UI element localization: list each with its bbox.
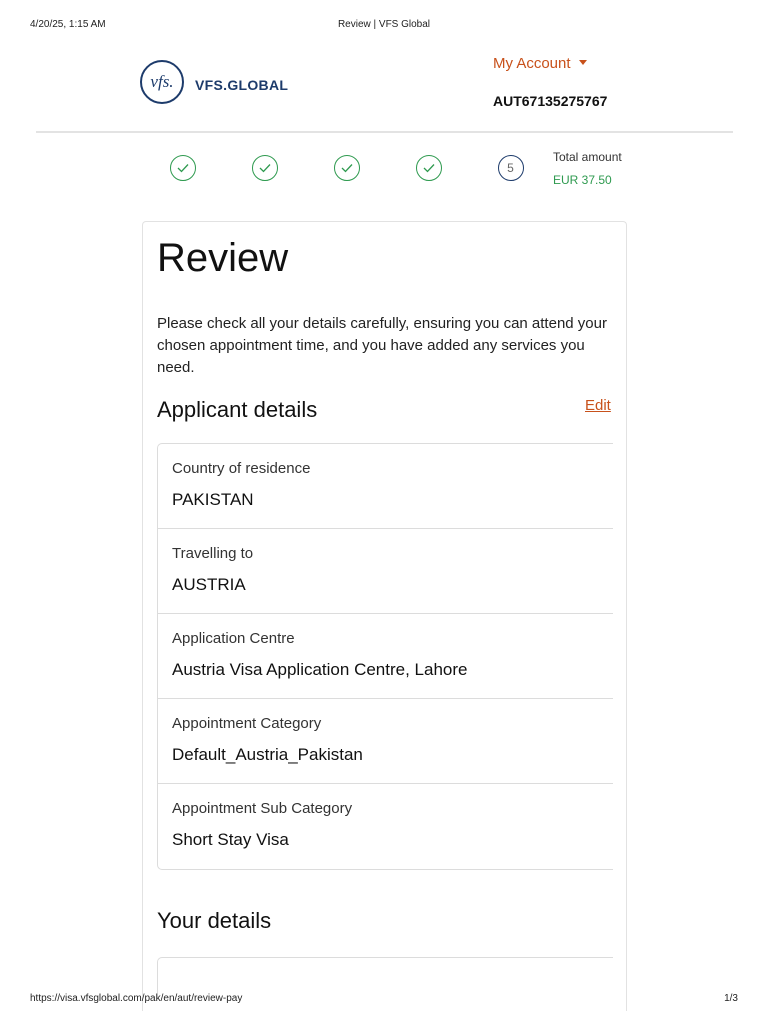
total-amount-value: EUR 37.50	[553, 173, 612, 187]
brand-name: VFS.GLOBAL	[195, 77, 289, 93]
detail-row-country-of-residence: Country of residence PAKISTAN	[158, 444, 613, 529]
detail-row-appointment-category: Appointment Category Default_Austria_Pak…	[158, 699, 613, 784]
step-3-completed	[334, 155, 360, 181]
detail-value: Austria Visa Application Centre, Lahore	[172, 660, 468, 679]
detail-label: Appointment Sub Category	[172, 800, 353, 817]
detail-label: Travelling to	[172, 545, 254, 562]
your-details-heading: Your details	[157, 908, 272, 933]
header-divider	[36, 131, 733, 133]
print-page-title: Review | VFS Global	[337, 19, 431, 30]
detail-label: Country of residence	[172, 460, 311, 477]
caret-down-icon	[578, 60, 587, 65]
detail-value: AUSTRIA	[172, 575, 246, 594]
your-details-list	[157, 957, 613, 997]
account-reference: AUT67135275767	[493, 93, 608, 109]
detail-row-application-centre: Application Centre Austria Visa Applicat…	[158, 614, 613, 699]
detail-value: Default_Austria_Pakistan	[172, 745, 363, 764]
check-icon	[341, 164, 353, 173]
step-1-completed	[170, 155, 196, 181]
detail-value: Short Stay Visa	[172, 830, 289, 849]
my-account-dropdown[interactable]: My Account	[493, 55, 587, 72]
review-intro: Please check all your details carefully,…	[157, 315, 607, 376]
edit-applicant-link[interactable]: Edit	[585, 397, 611, 414]
print-header: 4/20/25, 1:15 AM Review | VFS Global	[0, 19, 768, 33]
logo-mark: vfs.	[150, 72, 174, 91]
applicant-details-list: Country of residence PAKISTAN Travelling…	[157, 443, 613, 870]
step-2-completed	[252, 155, 278, 181]
detail-row-travelling-to: Travelling to AUSTRIA	[158, 529, 613, 614]
step-5-current: 5	[498, 155, 524, 181]
detail-label: Application Centre	[172, 630, 295, 647]
step-4-completed	[416, 155, 442, 181]
step-5-number: 5	[507, 161, 514, 175]
detail-value: PAKISTAN	[172, 490, 254, 509]
print-page-number: 1/3	[724, 993, 738, 1004]
applicant-details-heading: Applicant details	[157, 397, 318, 422]
check-icon	[423, 164, 435, 173]
vfs-logo-icon: vfs.	[140, 60, 184, 104]
check-icon	[177, 164, 189, 173]
print-url: https://visa.vfsglobal.com/pak/en/aut/re…	[30, 993, 243, 1004]
total-amount-label: Total amount	[553, 150, 622, 164]
detail-row-appointment-sub-category: Appointment Sub Category Short Stay Visa	[158, 784, 613, 869]
detail-label: Appointment Category	[172, 715, 322, 732]
check-icon	[259, 164, 271, 173]
my-account-label: My Account	[493, 55, 571, 72]
page-title: Review	[157, 236, 289, 280]
